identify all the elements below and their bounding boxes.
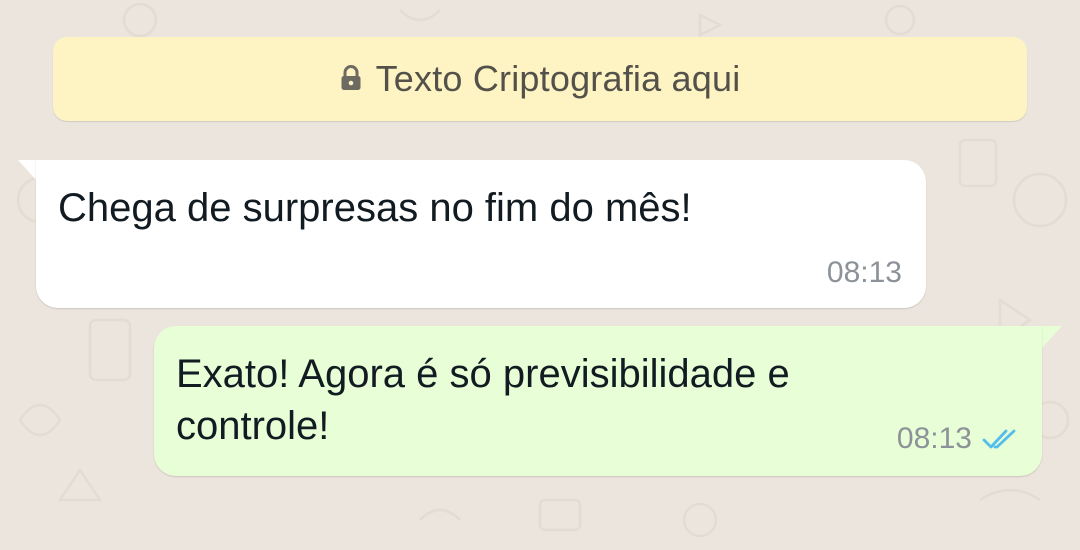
lock-icon bbox=[341, 65, 361, 90]
outgoing-message-meta: 08:13 bbox=[897, 422, 1020, 456]
incoming-message-bubble[interactable]: Chega de surpresas no fim do mês! 08:13 bbox=[36, 160, 926, 308]
outgoing-message-time: 08:13 bbox=[896, 422, 972, 455]
outgoing-bubble-tail bbox=[1042, 326, 1062, 348]
incoming-message-time: 08:13 bbox=[826, 256, 902, 289]
double-check-read-icon bbox=[982, 429, 1016, 449]
outgoing-message-bubble[interactable]: Exato! Agora é só previsibilidade e cont… bbox=[154, 326, 1042, 476]
encryption-notice-banner[interactable]: Texto Criptografia aqui bbox=[53, 37, 1027, 121]
encryption-notice-text: Texto Criptografia aqui bbox=[375, 58, 741, 99]
incoming-message-text: Chega de surpresas no fim do mês! bbox=[58, 186, 692, 230]
incoming-bubble-tail bbox=[18, 160, 38, 182]
outgoing-message-text: Exato! Agora é só previsibilidade e cont… bbox=[176, 352, 790, 448]
